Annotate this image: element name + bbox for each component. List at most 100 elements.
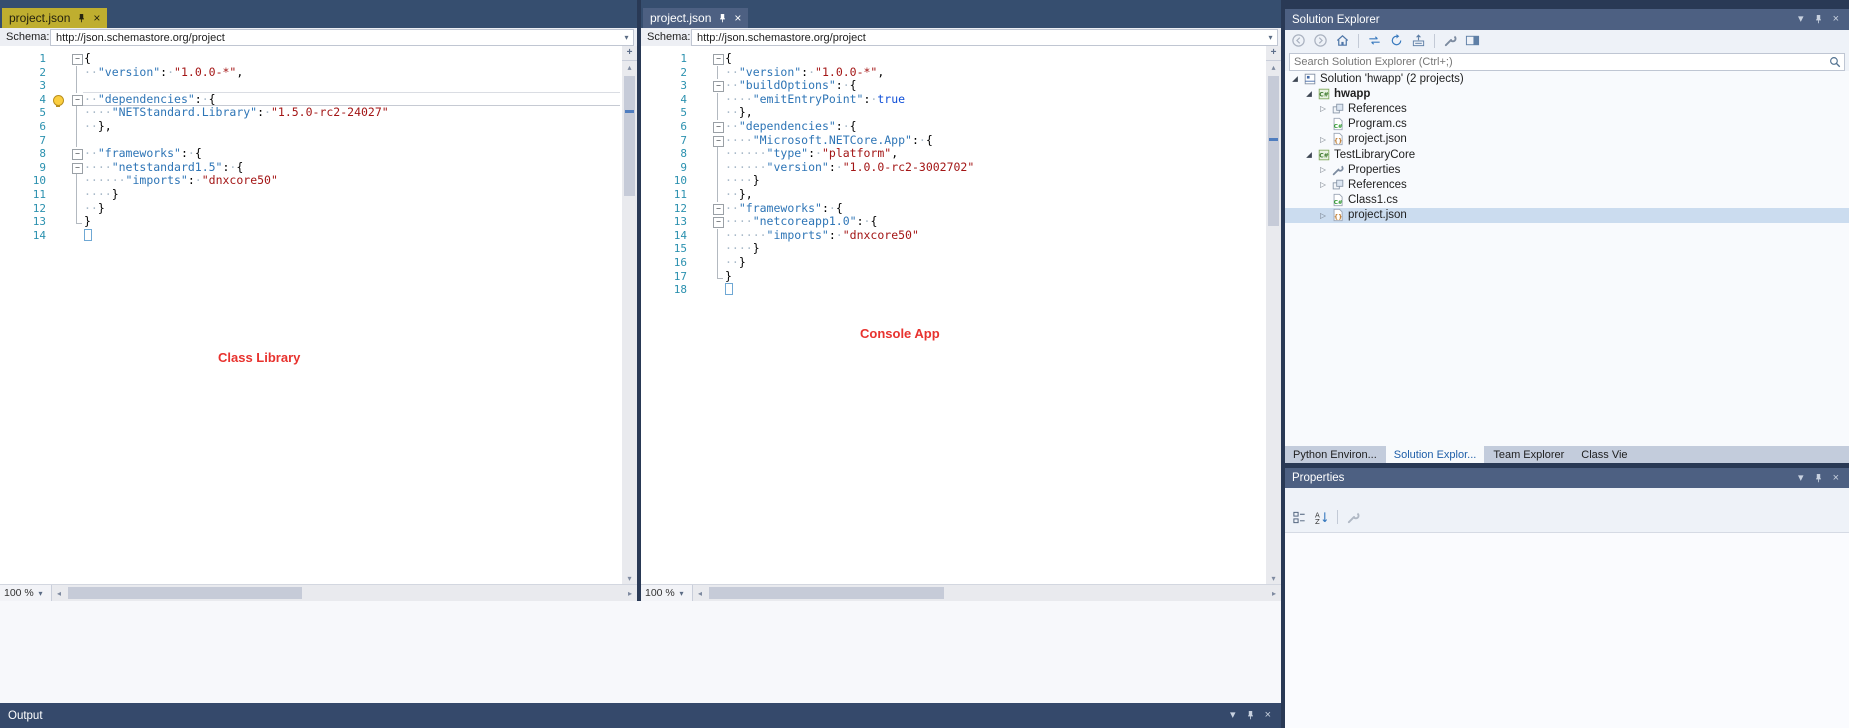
- vertical-scrollbar[interactable]: + ▴ ▾: [1266, 46, 1281, 585]
- tree-item-label: hwapp: [1334, 87, 1371, 100]
- pin-icon[interactable]: [1245, 710, 1256, 721]
- tool-tab-team-explorer[interactable]: Team Explorer: [1485, 446, 1572, 463]
- property-pages-button[interactable]: [1344, 508, 1363, 526]
- home-button[interactable]: [1333, 32, 1352, 50]
- scroll-left-icon[interactable]: ◂: [52, 589, 66, 598]
- tool-tab-class-vie[interactable]: Class Vie: [1573, 446, 1635, 463]
- tree-item-program-cs[interactable]: C# Program.cs: [1285, 117, 1849, 132]
- outlining-collapse-icon[interactable]: [72, 94, 83, 106]
- refresh-button[interactable]: [1387, 32, 1406, 50]
- document-tab-project-json[interactable]: project.json ×: [2, 8, 108, 28]
- outlining-collapse-icon[interactable]: [713, 203, 724, 215]
- preview-selected-items-button[interactable]: [1463, 32, 1482, 50]
- tree-item-project-json[interactable]: ▷ {} project.json: [1285, 207, 1849, 223]
- tree-item-references[interactable]: ▷ References: [1285, 177, 1849, 192]
- token-whitespace: ·: [808, 64, 816, 79]
- close-icon[interactable]: ×: [734, 12, 741, 24]
- tree-item-testlibrarycore[interactable]: ◢ C# TestLibraryCore: [1285, 147, 1849, 162]
- schema-combobox[interactable]: http://json.schemastore.org/project ▾: [691, 29, 1278, 46]
- line-number: 14: [32, 228, 46, 242]
- scrollbar-thumb[interactable]: [1268, 76, 1279, 226]
- outlining-collapse-icon[interactable]: [72, 162, 83, 174]
- annotation-console-app: Console App: [860, 326, 940, 341]
- horizontal-scrollbar[interactable]: [66, 585, 623, 601]
- outlining-collapse-icon[interactable]: [72, 149, 83, 161]
- schema-combobox[interactable]: http://json.schemastore.org/project ▾: [50, 29, 634, 46]
- horizontal-scrollbar[interactable]: [707, 585, 1267, 601]
- alphabetical-button[interactable]: AZ: [1312, 508, 1331, 526]
- properties-button[interactable]: [1441, 32, 1460, 50]
- expander-icon[interactable]: ◢: [1289, 74, 1301, 83]
- expander-icon[interactable]: ▷: [1317, 104, 1329, 113]
- window-menu-icon[interactable]: ▾: [1798, 14, 1804, 25]
- token-string: "1.0.0-rc2-3002702": [842, 159, 975, 174]
- expander-icon[interactable]: ▷: [1317, 165, 1329, 174]
- search-input[interactable]: Search Solution Explorer (Ctrl+;): [1289, 53, 1845, 71]
- pin-icon[interactable]: [1813, 473, 1824, 484]
- tree-item-hwapp[interactable]: ◢ C# hwapp: [1285, 86, 1849, 101]
- token-whitespace: ······: [84, 173, 126, 188]
- pin-icon[interactable]: [717, 13, 728, 24]
- token-punctuation: }: [97, 200, 105, 215]
- pin-icon[interactable]: [1813, 14, 1824, 25]
- back-button[interactable]: [1289, 32, 1308, 50]
- window-menu-icon[interactable]: ▾: [1798, 472, 1804, 484]
- vertical-scrollbar[interactable]: + ▴ ▾: [622, 46, 637, 585]
- token-whitespace: ····: [725, 132, 753, 147]
- expander-icon[interactable]: ◢: [1303, 150, 1315, 159]
- code-editor[interactable]: 1{2··"version":·"1.0.0-*",34··"dependenc…: [0, 46, 622, 585]
- tree-item-solution-hwapp-2-projects[interactable]: ◢ Solution 'hwapp' (2 projects): [1285, 71, 1849, 86]
- zoom-combobox[interactable]: 100 % ▾: [641, 585, 693, 601]
- expander-icon[interactable]: ▷: [1317, 180, 1329, 189]
- expander-icon[interactable]: ◢: [1303, 89, 1315, 98]
- tree-item-references[interactable]: ▷ References: [1285, 101, 1849, 116]
- forward-button[interactable]: [1311, 32, 1330, 50]
- token-whitespace: ·: [828, 200, 836, 215]
- scroll-right-icon[interactable]: ▸: [1267, 589, 1281, 598]
- line-number: 13: [32, 215, 46, 229]
- scroll-right-icon[interactable]: ▸: [623, 589, 637, 598]
- splitter-handle-icon[interactable]: +: [1266, 46, 1281, 61]
- code-text: ··},: [725, 187, 753, 202]
- token-whitespace: ·: [264, 105, 271, 120]
- expander-icon[interactable]: ▷: [1317, 211, 1329, 220]
- output-window-titlebar[interactable]: Output ▾ ×: [0, 703, 1281, 728]
- outlining-collapse-icon[interactable]: [713, 54, 724, 65]
- scrollbar-thumb[interactable]: [709, 587, 945, 599]
- sync-with-active-document-button[interactable]: [1365, 32, 1384, 50]
- outlining-collapse-icon[interactable]: [713, 135, 724, 147]
- scrollbar-thumb[interactable]: [68, 587, 302, 599]
- solution-explorer-titlebar[interactable]: Solution Explorer ▾ ×: [1285, 9, 1849, 30]
- tree-item-project-json[interactable]: ▷ {} project.json: [1285, 132, 1849, 147]
- scroll-up-icon[interactable]: ▴: [1266, 61, 1281, 74]
- expander-icon[interactable]: ▷: [1317, 135, 1329, 144]
- scrollbar-thumb[interactable]: [624, 76, 635, 196]
- token-punctuation: :: [821, 200, 829, 215]
- close-icon[interactable]: ×: [93, 12, 100, 24]
- window-menu-icon[interactable]: ▾: [1230, 710, 1236, 721]
- pin-icon[interactable]: [76, 13, 87, 24]
- outlining-collapse-icon[interactable]: [713, 121, 724, 133]
- document-tab-project-json[interactable]: project.json ×: [643, 8, 749, 28]
- scroll-left-icon[interactable]: ◂: [693, 589, 707, 598]
- lightbulb-icon[interactable]: [53, 94, 64, 107]
- close-icon[interactable]: ×: [1833, 472, 1839, 484]
- outlining-line: [717, 255, 718, 270]
- categorized-button[interactable]: [1290, 508, 1309, 526]
- scroll-up-icon[interactable]: ▴: [622, 61, 637, 74]
- close-icon[interactable]: ×: [1265, 710, 1271, 721]
- tool-tab-python-environ[interactable]: Python Environ...: [1285, 446, 1385, 463]
- close-icon[interactable]: ×: [1833, 14, 1839, 25]
- outlining-collapse-icon[interactable]: [713, 217, 724, 229]
- properties-titlebar[interactable]: Properties ▾ ×: [1285, 468, 1849, 488]
- collapse-all-button[interactable]: [1409, 32, 1428, 50]
- tree-item-properties[interactable]: ▷ Properties: [1285, 162, 1849, 177]
- search-icon[interactable]: [1826, 55, 1844, 69]
- outlining-collapse-icon[interactable]: [713, 81, 724, 93]
- tool-tab-solution-explor[interactable]: Solution Explor...: [1385, 446, 1485, 463]
- splitter-handle-icon[interactable]: +: [622, 46, 637, 61]
- outlining-collapse-icon[interactable]: [72, 54, 83, 65]
- code-editor[interactable]: 1{2··"version":·"1.0.0-*",3··"buildOptio…: [641, 46, 1266, 585]
- zoom-combobox[interactable]: 100 % ▾: [0, 585, 52, 601]
- tree-item-class1-cs[interactable]: C# Class1.cs: [1285, 193, 1849, 208]
